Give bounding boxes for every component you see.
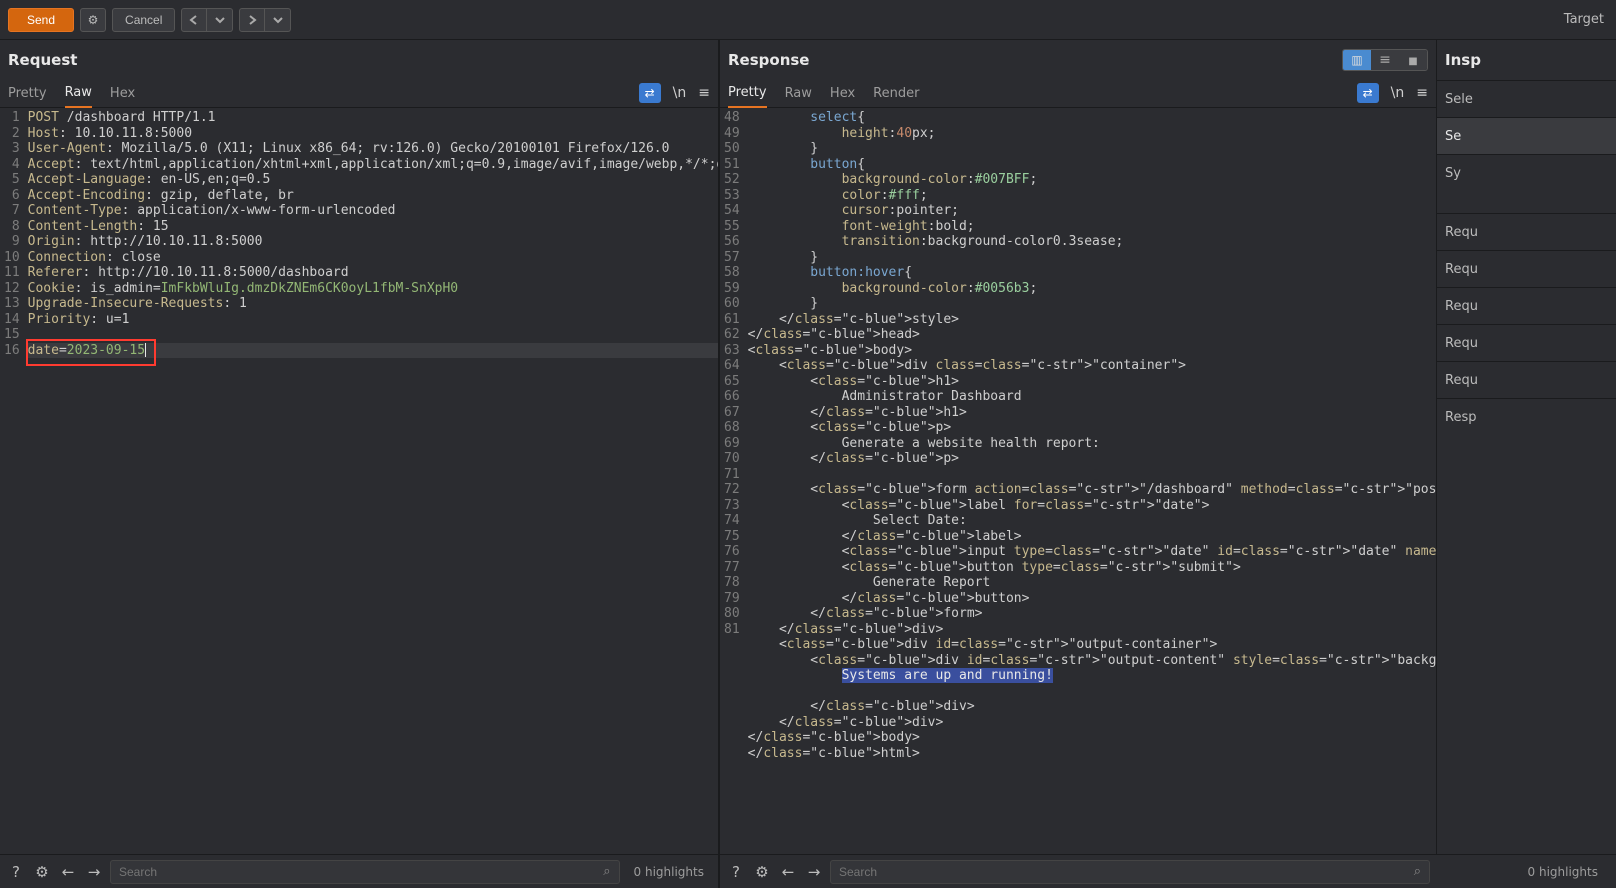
request-panel: Request Pretty Raw Hex ⇄ \n ≡ 1234567891… [0,40,720,854]
inspector-item[interactable]: Sele [1437,80,1616,117]
request-tabs: Pretty Raw Hex ⇄ \n ≡ [0,80,718,108]
inspector-item[interactable]: Se [1437,117,1616,154]
tab-hex[interactable]: Hex [110,86,135,107]
history-back-menu[interactable] [207,8,233,32]
help-icon[interactable]: ? [726,863,746,881]
inspector-item[interactable]: Requ [1437,287,1616,324]
settings-button[interactable]: ⚙ [80,8,106,32]
rows-icon [1379,52,1391,68]
inspector-item[interactable]: Requ [1437,213,1616,250]
request-search: ⌕ [110,860,620,884]
request-search-input[interactable] [111,865,595,879]
footer-inspector: 0 highlights [1436,855,1616,888]
response-tab-actions: ⇄ \n ≡ [1357,83,1428,107]
layout-rows[interactable] [1371,50,1399,70]
cancel-button[interactable]: Cancel [112,8,175,32]
gear-icon[interactable]: ⚙ [752,863,772,881]
request-tab-actions: ⇄ \n ≡ [639,83,710,107]
tab-render-resp[interactable]: Render [873,86,919,107]
newline-toggle[interactable]: \n [673,85,687,101]
response-code[interactable]: select{ height:40px; } button{ backgroun… [746,108,1436,854]
tab-raw-resp[interactable]: Raw [785,86,812,107]
response-title: Response [728,51,809,69]
request-gutter: 12345678910111213141516 [0,108,26,854]
tab-pretty[interactable]: Pretty [8,86,47,107]
inspector-item[interactable]: Requ [1437,324,1616,361]
search-prev-button[interactable]: ← [778,863,798,881]
hamburger-icon[interactable]: ≡ [1416,85,1428,101]
gear-icon: ⚙ [88,13,99,27]
tab-pretty-resp[interactable]: Pretty [728,85,767,108]
inspector-list: SeleSeSyRequRequRequRequRequResp [1437,80,1616,435]
request-header: Request [0,40,718,80]
search-icon[interactable]: ⌕ [1406,864,1429,879]
newline-toggle[interactable]: \n [1391,85,1405,101]
history-fwd-button[interactable] [239,8,265,32]
search-prev-button[interactable]: ← [58,863,78,881]
top-toolbar: Send ⚙ Cancel Target [0,0,1616,40]
tab-raw[interactable]: Raw [65,85,92,108]
main-split: Request Pretty Raw Hex ⇄ \n ≡ 1234567891… [0,40,1616,854]
history-back-button[interactable] [181,8,207,32]
single-icon [1408,53,1417,68]
target-label: Target [1564,12,1608,27]
response-search: ⌕ [830,860,1430,884]
footer-bar: ? ⚙ ← → ⌕ 0 highlights ? ⚙ ← → ⌕ 0 highl… [0,854,1616,888]
layout-toggle [1342,49,1428,71]
search-next-button[interactable]: → [84,863,104,881]
footer-right: ? ⚙ ← → ⌕ [720,855,1436,888]
request-editor[interactable]: 12345678910111213141516 POST /dashboard … [0,108,718,854]
inspector-title: Insp [1437,40,1616,80]
history-fwd-split [239,8,291,32]
chevron-right-icon [247,15,257,25]
send-button[interactable]: Send [8,8,74,32]
chevron-down-icon [215,15,225,25]
response-editor[interactable]: 4849505152535455565758596061626364656667… [720,108,1436,854]
footer-left: ? ⚙ ← → ⌕ 0 highlights [0,855,720,888]
response-gutter: 4849505152535455565758596061626364656667… [720,108,746,854]
request-title: Request [8,51,77,69]
help-icon[interactable]: ? [6,863,26,881]
swap-icon[interactable]: ⇄ [1357,83,1379,103]
chevron-left-icon [189,15,199,25]
response-search-input[interactable] [831,865,1406,879]
response-tabs: Pretty Raw Hex Render ⇄ \n ≡ [720,80,1436,108]
inspector-item[interactable]: Requ [1437,361,1616,398]
response-panel: Response Pretty Raw Hex Render ⇄ \n ≡ 48… [720,40,1436,854]
layout-columns[interactable] [1343,50,1371,70]
history-fwd-menu[interactable] [265,8,291,32]
inspector-panel: Insp SeleSeSyRequRequRequRequRequResp [1436,40,1616,854]
layout-single[interactable] [1399,50,1427,70]
history-back-split [181,8,233,32]
hamburger-icon[interactable]: ≡ [698,85,710,101]
request-code[interactable]: POST /dashboard HTTP/1.1Host: 10.10.11.8… [26,108,718,854]
tab-hex-resp[interactable]: Hex [830,86,855,107]
swap-icon[interactable]: ⇄ [639,83,661,103]
columns-icon [1351,53,1362,68]
inspector-item[interactable]: Resp [1437,398,1616,435]
request-highlight-count: 0 highlights [626,865,712,879]
response-highlight-count: 0 highlights [1520,865,1606,879]
inspector-item[interactable]: Requ [1437,250,1616,287]
inspector-item[interactable]: Sy [1437,154,1616,191]
response-header: Response [720,40,1436,80]
search-icon[interactable]: ⌕ [595,864,618,879]
chevron-down-icon [273,15,283,25]
gear-icon[interactable]: ⚙ [32,863,52,881]
search-next-button[interactable]: → [804,863,824,881]
